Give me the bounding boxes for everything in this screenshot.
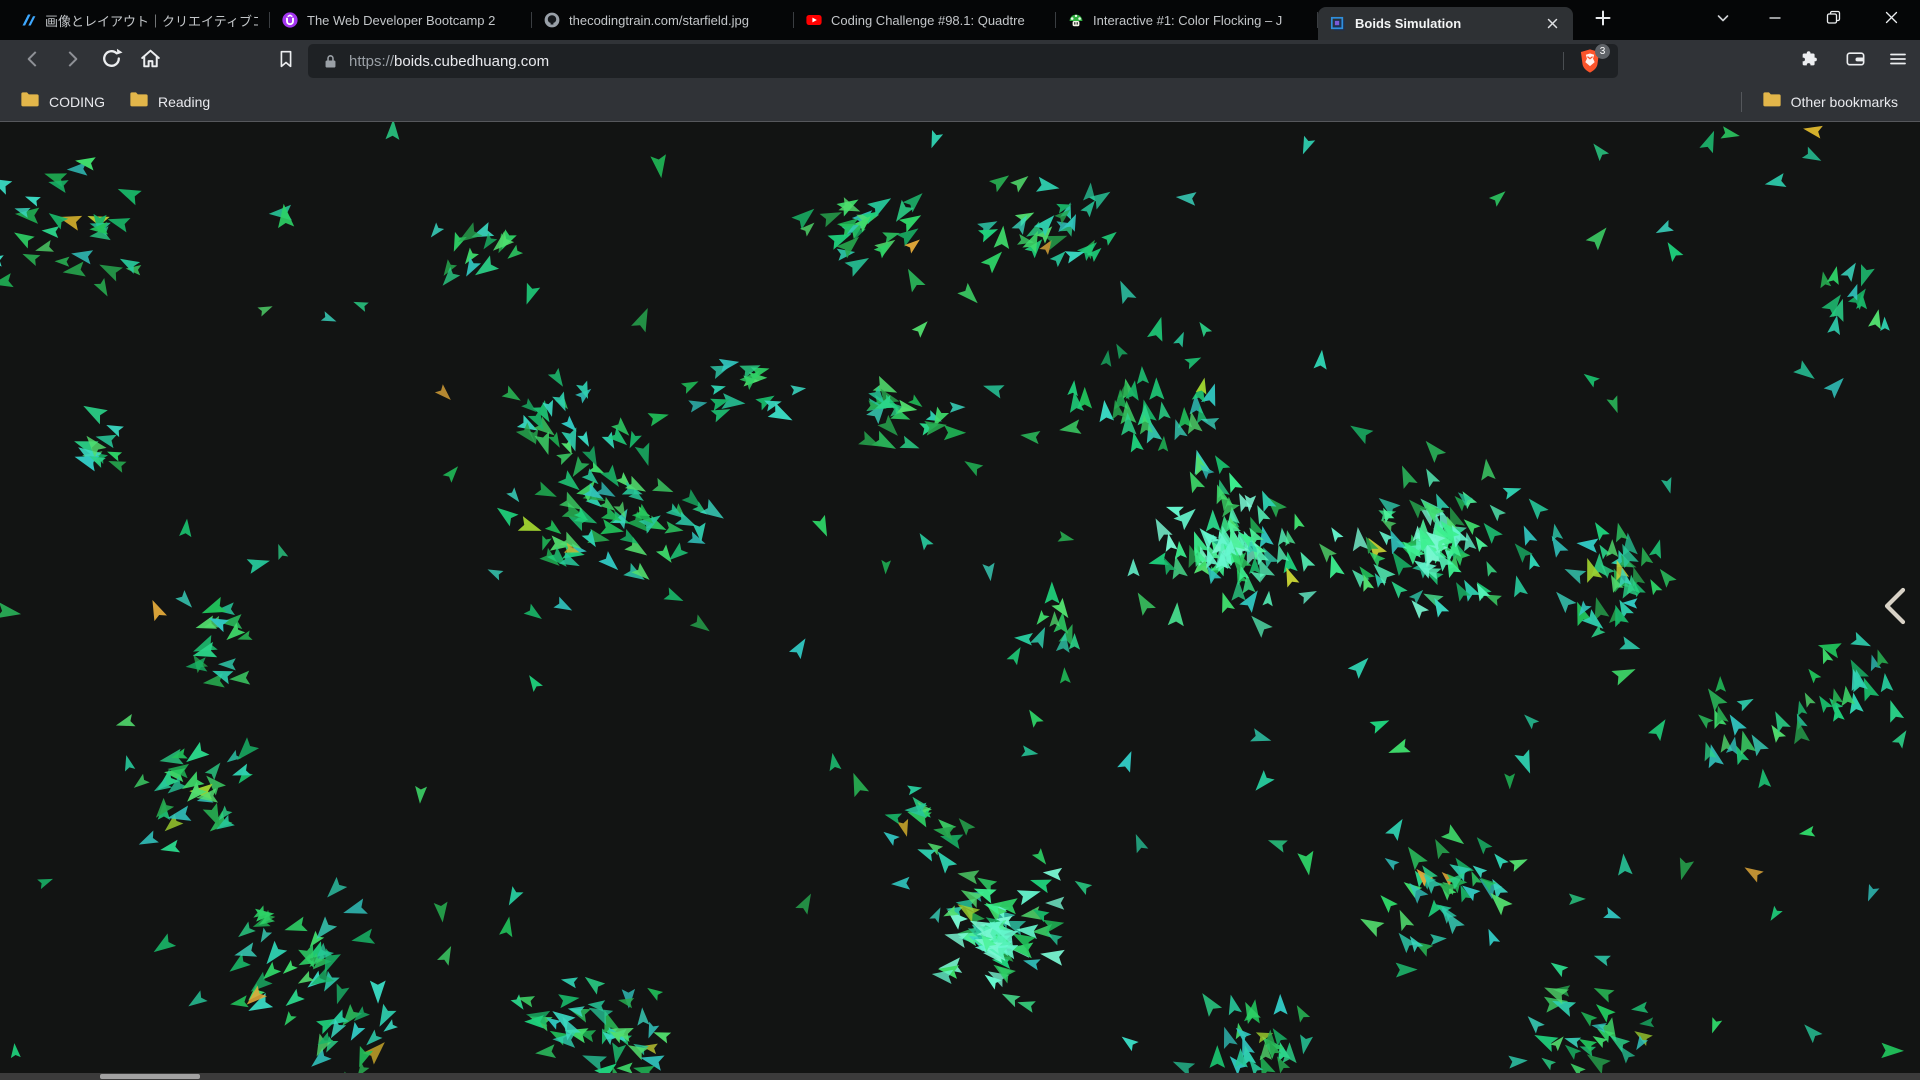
bookmark-folder-label: Reading bbox=[158, 93, 211, 110]
url-host: boids.cubedhuang.com bbox=[394, 52, 550, 70]
reload-icon bbox=[99, 46, 124, 76]
folder-icon bbox=[20, 91, 40, 113]
folder-icon bbox=[129, 91, 149, 113]
horizontal-scrollbar-thumb[interactable] bbox=[100, 1074, 200, 1079]
boids-simulation-page bbox=[0, 122, 1920, 1080]
tab-4[interactable]: Interactive #1: Color Flocking – J bbox=[1056, 0, 1318, 40]
tab-search-button[interactable] bbox=[1700, 0, 1746, 40]
close-icon bbox=[1547, 18, 1557, 29]
tab-5-active[interactable]: Boids Simulation bbox=[1318, 7, 1573, 40]
bookmark-folder-reading[interactable]: Reading bbox=[117, 88, 222, 116]
tab-1[interactable]: The Web Developer Bootcamp 2 bbox=[270, 0, 532, 40]
menu-button[interactable] bbox=[1880, 43, 1916, 79]
mushroom-icon bbox=[1068, 12, 1084, 28]
puzzle-icon bbox=[1799, 48, 1821, 75]
bookmark-folder-label: CODING bbox=[49, 93, 105, 110]
wallet-button[interactable] bbox=[1837, 43, 1873, 79]
wallet-icon bbox=[1844, 47, 1867, 75]
url-scheme: https:// bbox=[349, 52, 395, 70]
brave-shield-icon bbox=[1576, 49, 1604, 79]
boids-canvas[interactable] bbox=[0, 122, 1920, 1080]
forward-icon bbox=[59, 46, 85, 77]
address-bar[interactable]: https:// boids.cubedhuang.com 3 bbox=[308, 44, 1618, 78]
minimize-icon bbox=[1768, 11, 1782, 30]
window-restore-button[interactable] bbox=[1804, 0, 1862, 40]
tab-title: The Web Developer Bootcamp 2 bbox=[307, 12, 496, 28]
tab-3[interactable]: Coding Challenge #98.1: Quadtre bbox=[794, 0, 1056, 40]
plus-icon bbox=[1593, 8, 1613, 33]
tab-close-button[interactable] bbox=[1543, 15, 1561, 33]
back-icon bbox=[20, 46, 46, 77]
home-icon bbox=[138, 46, 163, 76]
back-button[interactable] bbox=[15, 43, 51, 79]
brave-shields-button[interactable]: 3 bbox=[1576, 44, 1610, 75]
window-minimize-button[interactable] bbox=[1746, 0, 1804, 40]
tab-2[interactable]: thecodingtrain.com/starfield.jpg bbox=[532, 0, 794, 40]
home-button[interactable] bbox=[132, 43, 168, 79]
tab-list: 画像とレイアウト｜クリエイティブコーデ The Web Developer Boo… bbox=[0, 0, 1573, 40]
window-close-button[interactable] bbox=[1862, 0, 1920, 40]
other-bookmarks-folder[interactable]: Other bookmarks bbox=[1750, 88, 1910, 116]
tab-title: Coding Challenge #98.1: Quadtre bbox=[831, 12, 1025, 28]
tab-title: thecodingtrain.com/starfield.jpg bbox=[569, 12, 749, 28]
tab-strip: 画像とレイアウト｜クリエイティブコーデ The Web Developer Boo… bbox=[0, 0, 1920, 40]
new-tab-button[interactable] bbox=[1583, 3, 1623, 37]
youtube-icon bbox=[806, 12, 822, 28]
tab-title: 画像とレイアウト｜クリエイティブコーデ bbox=[45, 13, 258, 29]
bookmarks-bar-divider bbox=[1740, 91, 1742, 112]
tab-0[interactable]: 画像とレイアウト｜クリエイティブコーデ bbox=[8, 0, 270, 40]
extensions-button[interactable] bbox=[1792, 43, 1828, 79]
chevron-left-icon bbox=[1877, 585, 1911, 632]
chevron-down-icon bbox=[1715, 10, 1731, 31]
bookmark-this-tab-button[interactable] bbox=[268, 43, 304, 79]
reload-button[interactable] bbox=[93, 43, 129, 79]
cube-icon bbox=[1330, 16, 1346, 32]
github-icon bbox=[544, 12, 560, 28]
zenn-slashes-icon bbox=[20, 12, 36, 28]
restore-icon bbox=[1826, 10, 1841, 30]
udemy-icon bbox=[282, 12, 298, 28]
side-panel-toggle[interactable] bbox=[1874, 586, 1914, 630]
forward-button[interactable] bbox=[54, 43, 90, 79]
close-icon bbox=[1884, 10, 1899, 30]
browser-window: 画像とレイアウト｜クリエイティブコーデ The Web Developer Boo… bbox=[0, 0, 1920, 1080]
bookmarks-bar: CODING Reading Other bookmarks bbox=[0, 82, 1920, 122]
lock-icon bbox=[322, 53, 339, 70]
horizontal-scrollbar-track[interactable] bbox=[0, 1073, 1920, 1080]
navigation-toolbar: https:// boids.cubedhuang.com 3 bbox=[0, 40, 1920, 82]
hamburger-menu-icon bbox=[1888, 49, 1908, 74]
folder-icon bbox=[1762, 91, 1782, 113]
tab-title: Interactive #1: Color Flocking – J bbox=[1093, 12, 1283, 28]
tab-title: Boids Simulation bbox=[1355, 16, 1462, 31]
urlbar-divider bbox=[1563, 52, 1564, 70]
bookmark-folder-coding[interactable]: CODING bbox=[8, 88, 117, 116]
shields-count-badge: 3 bbox=[1595, 44, 1610, 59]
bookmark-flag-icon bbox=[275, 48, 297, 75]
other-bookmarks-label: Other bookmarks bbox=[1790, 93, 1898, 110]
